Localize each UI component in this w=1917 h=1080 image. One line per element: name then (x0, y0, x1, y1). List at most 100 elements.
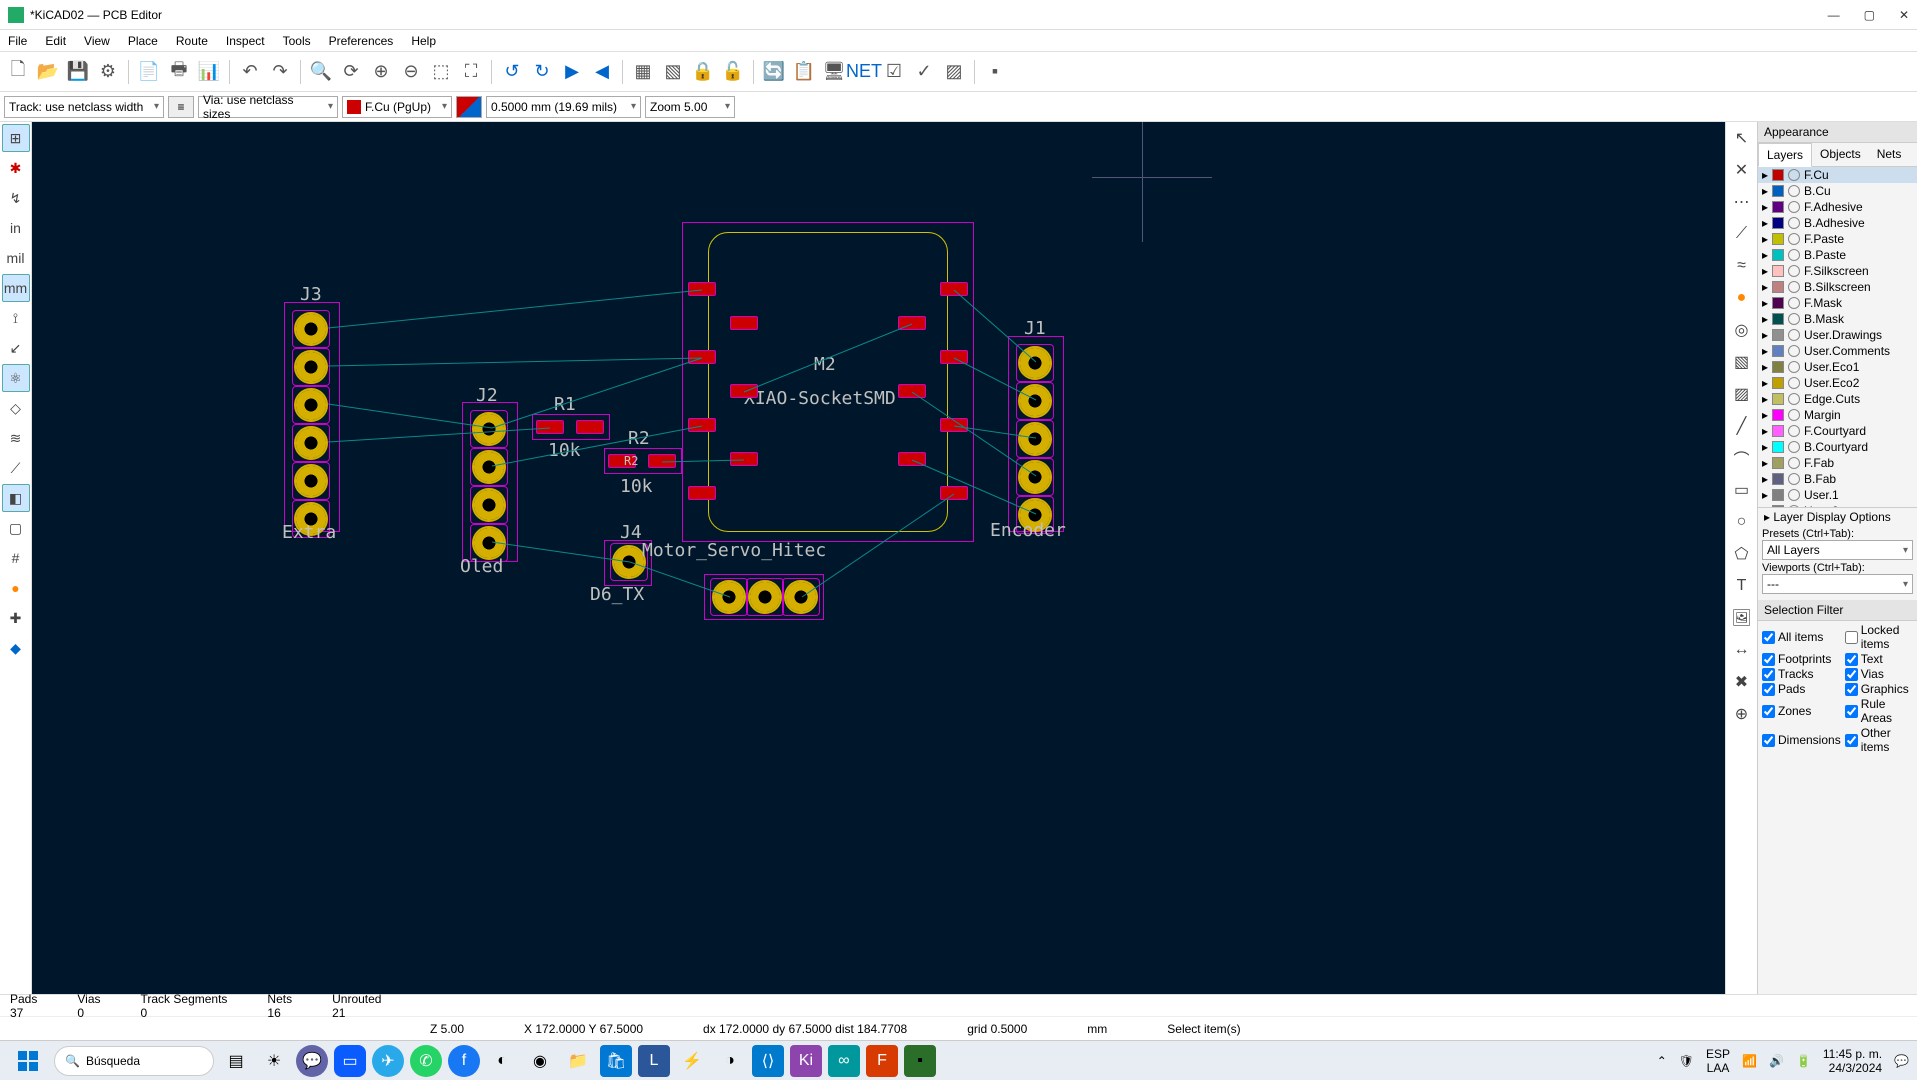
scripting-icon[interactable]: ▪ (981, 58, 1009, 86)
select-tool-icon[interactable]: ↖ (1728, 124, 1756, 152)
grid-select[interactable]: 0.5000 mm (19.69 mils) (486, 96, 641, 118)
layer-b-mask[interactable]: ▸B.Mask (1758, 311, 1917, 327)
filter-rule-areas[interactable]: Rule Areas (1845, 697, 1913, 725)
fill-zones-icon[interactable]: ▨ (940, 58, 968, 86)
menu-route[interactable]: Route (176, 34, 208, 48)
chrome-icon[interactable]: ◉ (524, 1045, 556, 1077)
menu-preferences[interactable]: Preferences (329, 34, 394, 48)
show-ratsnest-icon[interactable]: ✓ (910, 58, 938, 86)
tray-battery-icon[interactable]: 🔋 (1796, 1054, 1811, 1068)
tray-security-icon[interactable]: 🛡 (1679, 1054, 1694, 1068)
layer-b-silkscreen[interactable]: ▸B.Silkscreen (1758, 279, 1917, 295)
plot-icon[interactable]: 📊 (195, 58, 223, 86)
zoom-in-icon[interactable]: ⊕ (367, 58, 395, 86)
layer-f-fab[interactable]: ▸F.Fab (1758, 455, 1917, 471)
kicad-icon[interactable]: Ki (790, 1045, 822, 1077)
add-dimension-icon[interactable]: ↔ (1728, 636, 1756, 664)
layer-margin[interactable]: ▸Margin (1758, 407, 1917, 423)
start-button[interactable] (8, 1045, 48, 1077)
units-mil-icon[interactable]: mil (2, 244, 30, 272)
board-setup-icon[interactable]: ⚙ (94, 58, 122, 86)
unlock-icon[interactable]: 🔓 (719, 58, 747, 86)
facebook-icon[interactable]: f (448, 1045, 480, 1077)
layer-user-eco2[interactable]: ▸User.Eco2 (1758, 375, 1917, 391)
tray-lang[interactable]: ESP (1706, 1047, 1730, 1061)
layer-user-eco1[interactable]: ▸User.Eco1 (1758, 359, 1917, 375)
layer-f-cu[interactable]: ▸F.Cu (1758, 167, 1917, 183)
pad-numbers-icon[interactable]: # (2, 544, 30, 572)
save-icon[interactable]: 💾 (64, 58, 92, 86)
filter-vias[interactable]: Vias (1845, 667, 1913, 681)
outline-mode-icon[interactable]: ◇ (2, 394, 30, 422)
copilot-icon[interactable]: ◐ (486, 1045, 518, 1077)
filter-zones[interactable]: Zones (1762, 697, 1841, 725)
footprint-editor-icon[interactable]: 📋 (790, 58, 818, 86)
filter-text[interactable]: Text (1845, 652, 1913, 666)
add-image-icon[interactable]: 🖼 (1728, 604, 1756, 632)
layer-f-mask[interactable]: ▸F.Mask (1758, 295, 1917, 311)
tray-clock[interactable]: 11:45 p. m. (1823, 1047, 1882, 1061)
layer-user-comments[interactable]: ▸User.Comments (1758, 343, 1917, 359)
store-icon[interactable]: 🛍 (600, 1045, 632, 1077)
filter-graphics[interactable]: Graphics (1845, 682, 1913, 696)
highlight-net-icon[interactable]: ✕ (1728, 156, 1756, 184)
update-pcb-icon[interactable]: 🔄 (760, 58, 788, 86)
undo-icon[interactable]: ↶ (236, 58, 264, 86)
set-origin-icon[interactable]: ⊕ (1728, 700, 1756, 728)
arduino-icon[interactable]: ∞ (828, 1045, 860, 1077)
full-crosshair-icon[interactable]: ↙ (2, 334, 30, 362)
menu-edit[interactable]: Edit (45, 34, 66, 48)
layer-manager-icon[interactable]: ✚ (2, 604, 30, 632)
whatsapp-icon[interactable]: ✆ (410, 1045, 442, 1077)
group-icon[interactable]: ▦ (629, 58, 657, 86)
vscode-icon[interactable]: ⟨⟩ (752, 1045, 784, 1077)
layer-display-options[interactable]: ▸ Layer Display Options (1758, 507, 1917, 526)
units-in-icon[interactable]: in (2, 214, 30, 242)
minimize-button[interactable]: — (1828, 8, 1840, 22)
lock-icon[interactable]: 🔒 (689, 58, 717, 86)
layer-select[interactable]: F.Cu (PgUp) (342, 96, 452, 118)
filter-locked-items[interactable]: Locked items (1845, 623, 1913, 651)
todoist-icon[interactable]: ◑ (714, 1045, 746, 1077)
teams-icon[interactable]: 💬 (296, 1045, 328, 1077)
net-names-icon[interactable]: ● (2, 574, 30, 602)
zone-outline-icon[interactable]: ▢ (2, 514, 30, 542)
drc-icon[interactable]: ☑ (880, 58, 908, 86)
zoom-fit-icon[interactable]: ⬚ (427, 58, 455, 86)
net-inspector-icon[interactable]: NET (850, 58, 878, 86)
new-icon[interactable]: 🗋 (4, 58, 32, 86)
tray-wifi-icon[interactable]: 📶 (1742, 1054, 1757, 1068)
layer-b-cu[interactable]: ▸B.Cu (1758, 183, 1917, 199)
add-via-icon[interactable]: ◎ (1728, 316, 1756, 344)
via-size-select[interactable]: Via: use netclass sizes (198, 96, 338, 118)
layer-f-adhesive[interactable]: ▸F.Adhesive (1758, 199, 1917, 215)
ratsnest-visibility-icon[interactable]: ⚛ (2, 364, 30, 392)
mirror-h-icon[interactable]: ▶ (558, 58, 586, 86)
menu-help[interactable]: Help (411, 34, 436, 48)
redo-icon[interactable]: ↷ (266, 58, 294, 86)
route-diff-pair-icon[interactable]: ≈ (1728, 252, 1756, 280)
app2-icon[interactable]: F (866, 1045, 898, 1077)
tab-nets[interactable]: Nets (1869, 143, 1910, 166)
zoom-selection-icon[interactable]: ⛶ (457, 58, 485, 86)
layer-list[interactable]: ▸F.Cu▸B.Cu▸F.Adhesive▸B.Adhesive▸F.Paste… (1758, 167, 1917, 507)
add-rule-area-icon[interactable]: ▨ (1728, 380, 1756, 408)
layer-f-courtyard[interactable]: ▸F.Courtyard (1758, 423, 1917, 439)
draw-rect-icon[interactable]: ▭ (1728, 476, 1756, 504)
layer-edge-cuts[interactable]: ▸Edge.Cuts (1758, 391, 1917, 407)
refresh-icon[interactable]: ⟳ (337, 58, 365, 86)
layer-f-silkscreen[interactable]: ▸F.Silkscreen (1758, 263, 1917, 279)
route-track-icon[interactable]: ⟋ (1728, 220, 1756, 248)
telegram-icon[interactable]: ✈ (372, 1045, 404, 1077)
maximize-button[interactable]: ▢ (1864, 8, 1875, 22)
ungroup-icon[interactable]: ▧ (659, 58, 687, 86)
menu-file[interactable]: File (8, 34, 27, 48)
layer-b-fab[interactable]: ▸B.Fab (1758, 471, 1917, 487)
tray-volume-icon[interactable]: 🔊 (1769, 1054, 1784, 1068)
3d-viewer-icon[interactable]: 🖥 (820, 58, 848, 86)
close-button[interactable]: ✕ (1899, 8, 1909, 22)
zoom-out-icon[interactable]: ⊖ (397, 58, 425, 86)
weather-icon[interactable]: ☀ (258, 1045, 290, 1077)
menu-inspect[interactable]: Inspect (226, 34, 265, 48)
menu-place[interactable]: Place (128, 34, 158, 48)
